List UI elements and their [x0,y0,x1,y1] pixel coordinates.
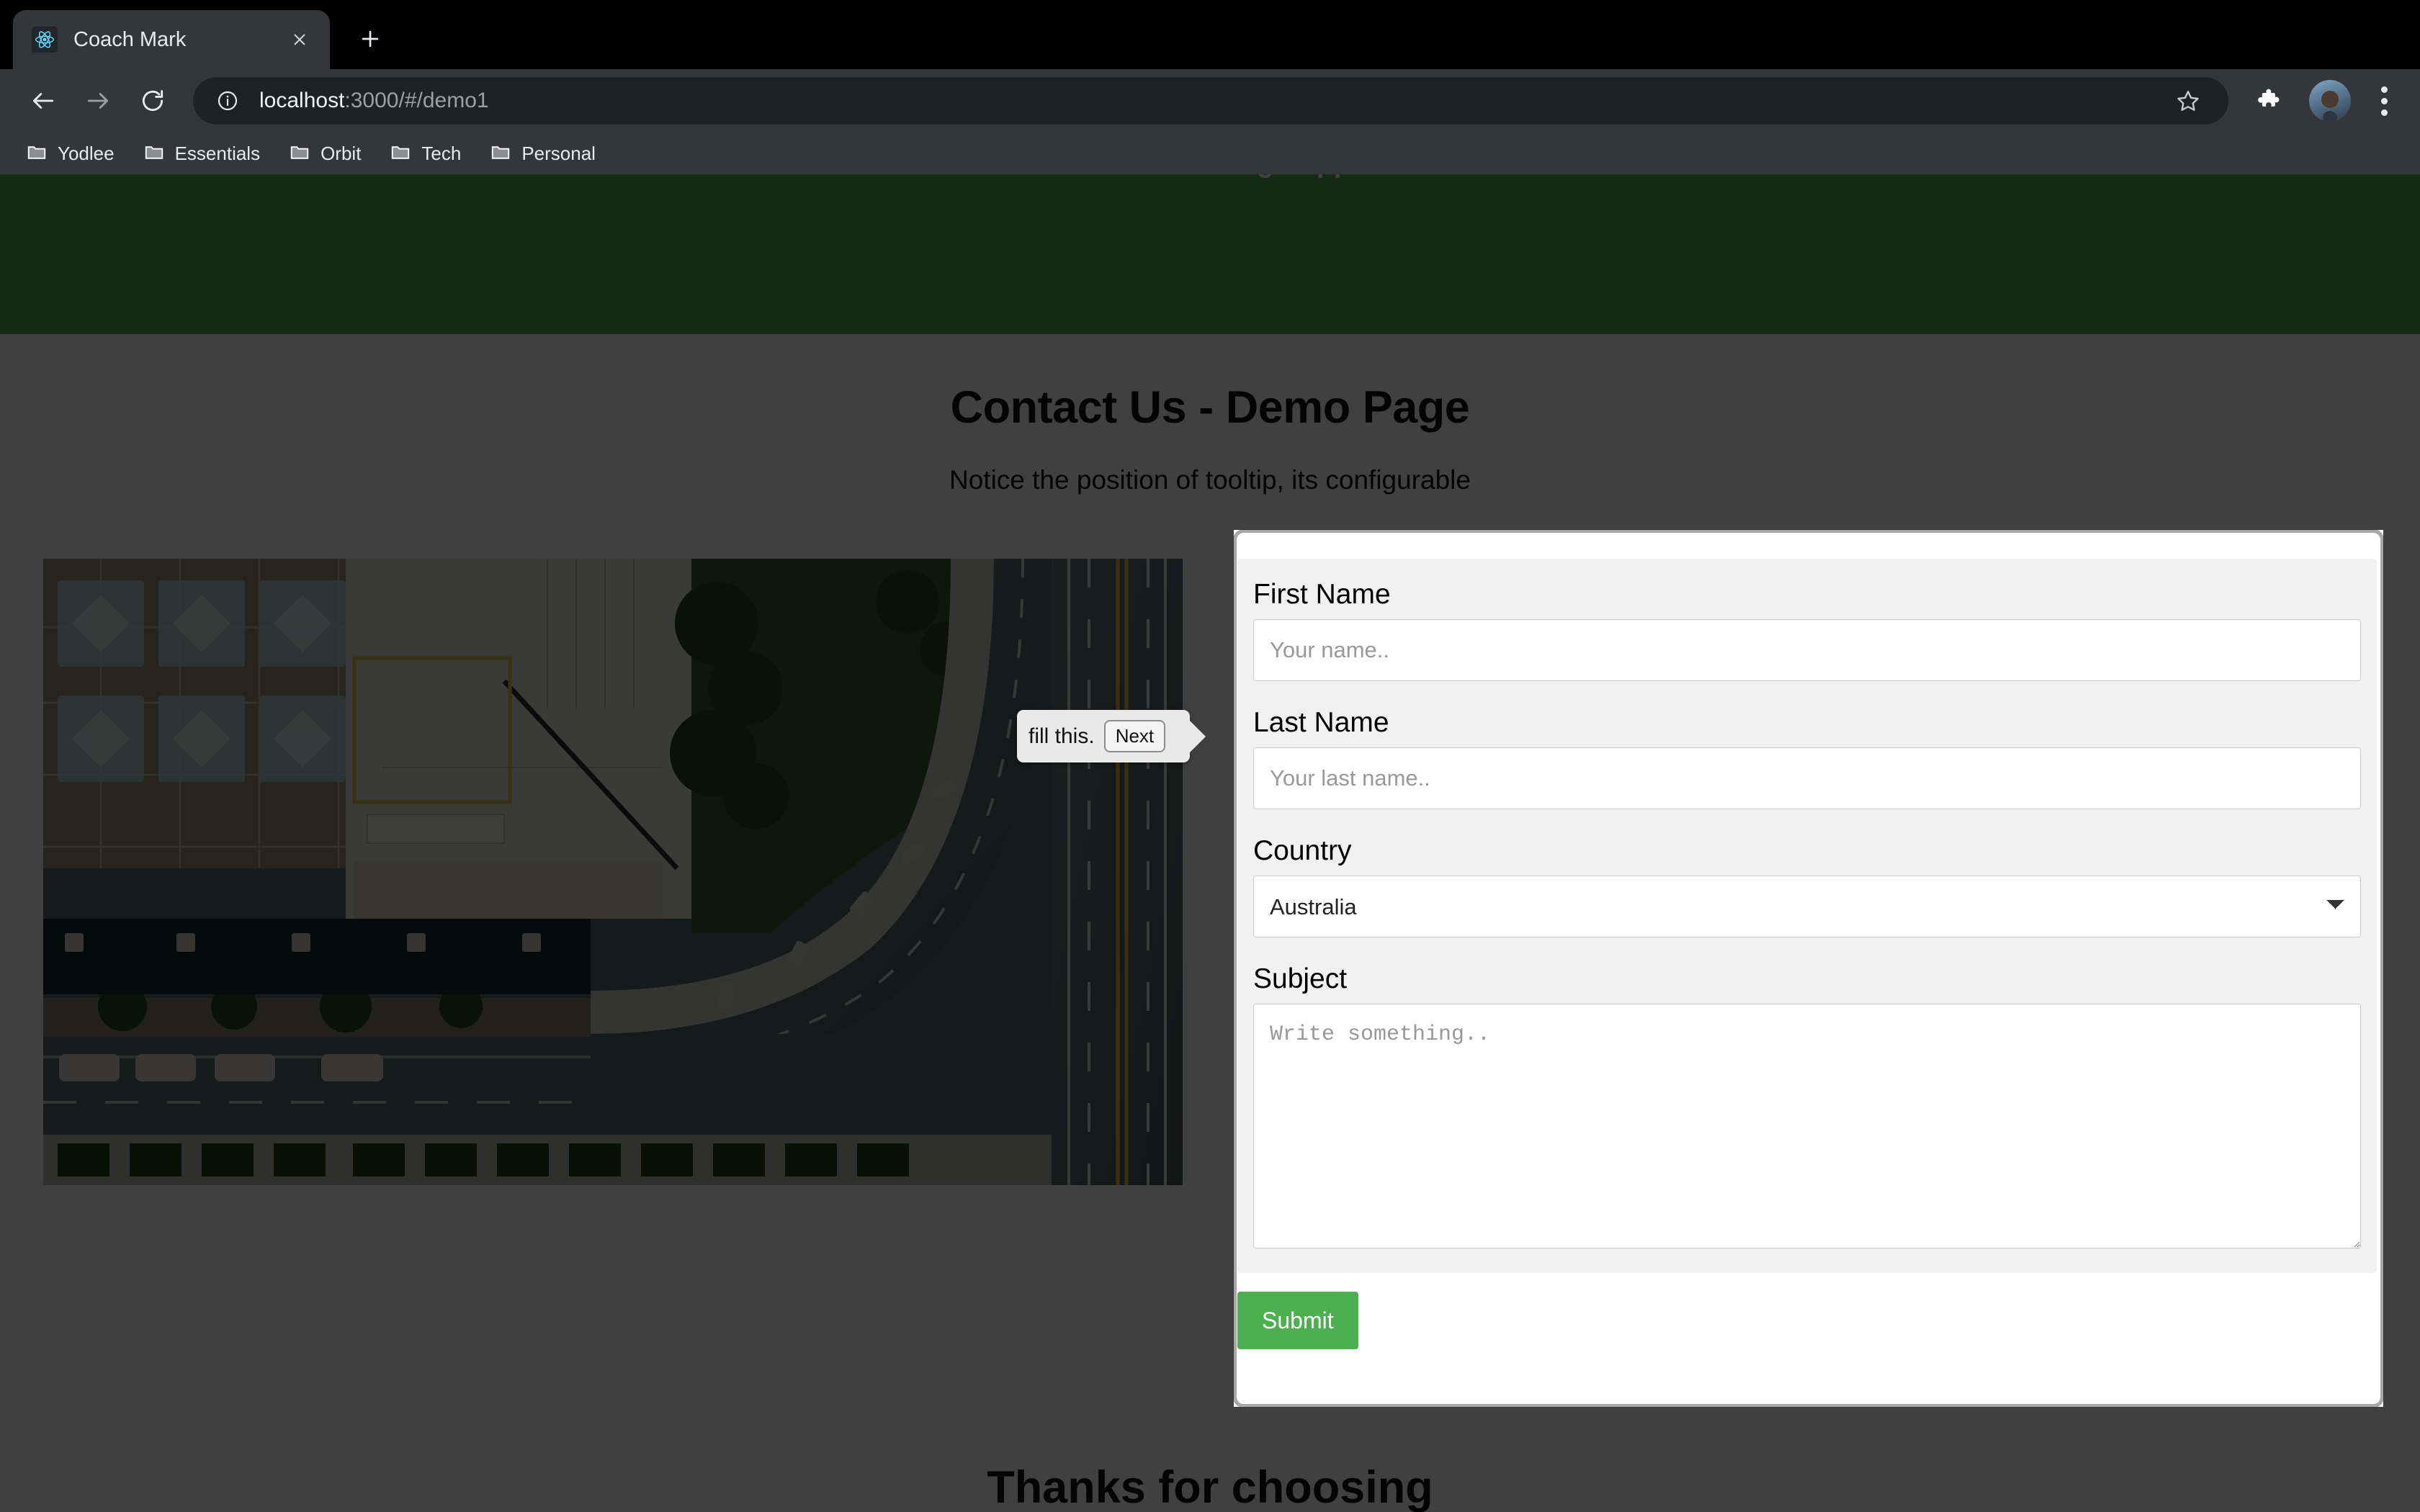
folder-icon [26,141,48,166]
tab-strip: Coach Mark [0,0,2420,69]
bookmark-star-icon[interactable] [2168,81,2208,121]
country-label: Country [1253,829,2361,876]
form-column: First Name Last Name Country Australia C… [1237,559,2377,1349]
bookmark-label: Essentials [175,143,261,165]
close-icon[interactable] [285,25,314,54]
photo-column [43,559,1183,1185]
arrow-forward-icon[interactable] [71,73,125,128]
first-name-label: First Name [1253,573,2361,619]
bookmark-item[interactable]: Essentials [133,137,271,171]
folder-icon [490,141,511,166]
profile-avatar-icon[interactable] [2309,80,2351,122]
bookmark-label: Yodlee [58,143,115,165]
folder-icon [390,141,411,166]
aerial-city-intersection-photo [43,559,1183,1185]
url-host: localhost [259,89,344,112]
content-row: First Name Last Name Country Australia C… [0,495,2420,1349]
country-select[interactable]: Australia Canada USA Japan [1253,876,2361,937]
address-bar[interactable]: localhost:3000/#/demo1 [193,77,2228,125]
browser-toolbar: localhost:3000/#/demo1 [0,69,2420,132]
three-dot-menu-icon[interactable] [2364,78,2404,124]
browser-tab[interactable]: Coach Mark [13,10,330,69]
url-path: :3000/#/demo1 [344,89,488,112]
reload-icon[interactable] [125,73,180,128]
bookmark-label: Personal [521,143,596,165]
arrow-back-icon[interactable] [16,73,71,128]
bookmark-item[interactable]: Personal [480,137,606,171]
info-circle-icon[interactable] [213,86,242,115]
last-name-input[interactable] [1253,747,2361,809]
thanks-title: Thanks for choosing [0,1462,2420,1512]
hero-title: Coach Mark Demo Page Application [0,174,2420,179]
thanks-section: Thanks for choosing [0,1378,2420,1512]
bookmark-label: Orbit [321,143,361,165]
address-bar-text: localhost:3000/#/demo1 [259,89,2159,113]
hero-banner: Coach Mark Demo Page Application [0,174,2420,334]
folder-icon [289,141,310,166]
page-viewport: Coach Mark Demo Page Application Contact… [0,174,2420,1512]
coachmark-next-button[interactable]: Next [1104,720,1165,752]
main-content: Contact Us - Demo Page Notice the positi… [0,334,2420,1378]
submit-button[interactable]: Submit [1237,1292,1358,1349]
puzzle-piece-icon[interactable] [2247,78,2293,124]
subject-label: Subject [1253,958,2361,1004]
tab-title: Coach Mark [73,28,285,52]
contact-form: First Name Last Name Country Australia C… [1237,559,2377,1273]
coachmark-text: fill this. [1028,724,1095,749]
coachmark-tooltip[interactable]: fill this. Next [1017,710,1190,762]
subject-textarea[interactable] [1253,1004,2361,1248]
page-content: Coach Mark Demo Page Application Contact… [0,174,2420,1512]
bookmarks-bar: Yodlee Essentials Orbit [0,132,2420,174]
new-tab-button[interactable] [346,14,395,63]
bookmark-item[interactable]: Yodlee [16,137,125,171]
page-subtitle: Notice the position of tooltip, its conf… [0,433,2420,495]
browser-window: Coach Mark [0,0,2420,1512]
last-name-label: Last Name [1253,701,2361,747]
react-logo-icon [32,27,58,53]
bookmark-item[interactable]: Orbit [279,137,371,171]
folder-icon [143,141,165,166]
page-title: Contact Us - Demo Page [0,334,2420,433]
first-name-input[interactable] [1253,619,2361,681]
bookmark-label: Tech [421,143,461,165]
bookmark-item[interactable]: Tech [380,137,471,171]
